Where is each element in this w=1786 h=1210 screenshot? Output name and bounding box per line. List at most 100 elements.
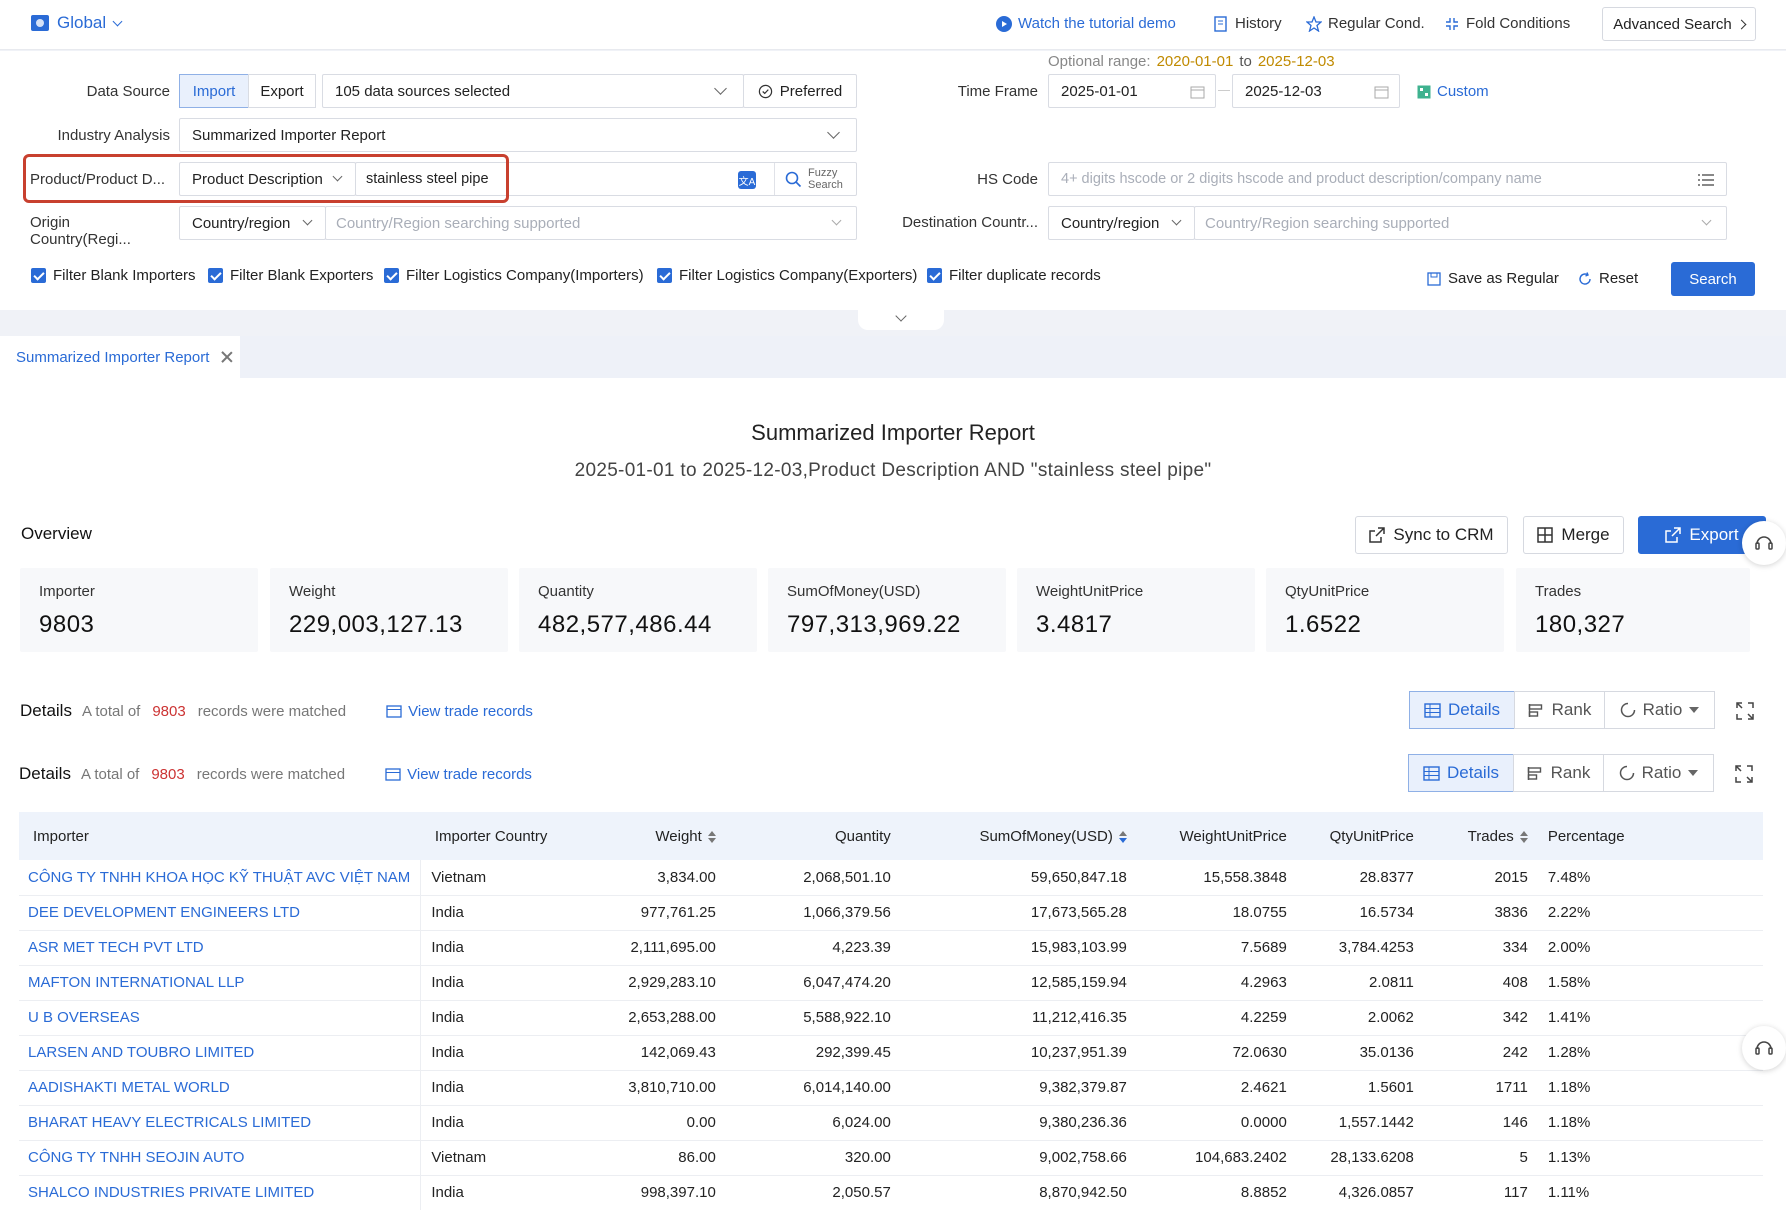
star-icon bbox=[1306, 15, 1322, 32]
translate-icon[interactable]: 文A bbox=[738, 171, 756, 189]
table-row[interactable]: ASR MET TECH PVT LTD India 2,111,695.00 4,2… bbox=[19, 930, 1763, 966]
total-suffix: records were matched bbox=[196, 765, 346, 783]
sort-icon[interactable] bbox=[1118, 830, 1127, 843]
filter-blank-exporters-checkbox[interactable]: Filter Blank Exporters bbox=[208, 267, 373, 284]
table-row[interactable]: BHARAT HEAVY ELECTRICALS LIMITED India 0.0… bbox=[19, 1105, 1763, 1141]
importer-name-link[interactable]: DEE DEVELOPMENT ENGINEERS LTD bbox=[19, 895, 422, 931]
tab-summarized-importer-report[interactable]: Summarized Importer Report bbox=[0, 336, 240, 378]
sum-of-money-cell: 9,382,379.87 bbox=[900, 1070, 1137, 1106]
data-source-select[interactable]: 105 data sources selected bbox=[322, 74, 744, 108]
card-value: 1.6522 bbox=[1285, 611, 1362, 638]
custom-range-icon bbox=[1417, 85, 1431, 98]
table-row[interactable]: DEE DEVELOPMENT ENGINEERS LTD India 977,76… bbox=[19, 895, 1763, 931]
importer-name-link[interactable]: ASR MET TECH PVT LTD bbox=[19, 930, 422, 966]
merge-button[interactable]: Merge bbox=[1523, 516, 1624, 554]
import-toggle[interactable]: Import bbox=[179, 74, 249, 108]
close-icon[interactable] bbox=[221, 351, 233, 363]
col-sum-of-money[interactable]: SumOfMoney(USD) bbox=[900, 812, 1137, 860]
importer-name-link[interactable]: BHARAT HEAVY ELECTRICALS LIMITED bbox=[19, 1105, 422, 1141]
rank-toggle[interactable]: Rank bbox=[1513, 754, 1604, 792]
origin-type-select[interactable]: Country/region bbox=[179, 206, 326, 240]
origin-country-input[interactable]: Country/Region searching supported bbox=[325, 206, 857, 240]
details-toggle[interactable]: Details bbox=[1409, 691, 1515, 729]
filter-logistics-importers-checkbox[interactable]: Filter Logistics Company(Importers) bbox=[384, 267, 644, 284]
save-regular-button[interactable]: Save as Regular bbox=[1427, 270, 1559, 287]
filter-blank-importers-checkbox[interactable]: Filter Blank Importers bbox=[31, 267, 196, 284]
support-headset-icon[interactable] bbox=[1742, 1026, 1786, 1070]
quantity-cell: 4,223.39 bbox=[735, 930, 901, 966]
col-trades[interactable]: Trades bbox=[1423, 812, 1538, 860]
importer-table: Importer Importer Country Weight Quantit… bbox=[19, 812, 1763, 1210]
scope-selector[interactable]: Global bbox=[31, 13, 123, 33]
quantity-cell: 6,024.00 bbox=[735, 1105, 901, 1141]
card-weight-unit-price: WeightUnitPrice 3.4817 bbox=[1017, 568, 1255, 652]
qty-unit-price-cell: 16.5734 bbox=[1296, 895, 1424, 931]
ratio-toggle[interactable]: Ratio bbox=[1604, 691, 1715, 729]
export-toggle[interactable]: Export bbox=[248, 74, 316, 108]
destination-type-select[interactable]: Country/region bbox=[1048, 206, 1195, 240]
fold-icon bbox=[1446, 17, 1458, 30]
qty-unit-price-cell: 35.0136 bbox=[1296, 1035, 1424, 1071]
industry-select[interactable]: Summarized Importer Report bbox=[179, 118, 857, 152]
importer-name-link[interactable]: AADISHAKTI METAL WORLD bbox=[19, 1070, 422, 1106]
percentage-cell: 1.13% bbox=[1537, 1140, 1763, 1176]
date-start-input[interactable]: 2025-01-01 bbox=[1048, 74, 1216, 108]
table-row[interactable]: LARSEN AND TOUBRO LIMITED India 142,069.43… bbox=[19, 1035, 1763, 1071]
filter-logistics-exporters-checkbox[interactable]: Filter Logistics Company(Exporters) bbox=[657, 267, 917, 284]
date-end-input[interactable]: 2025-12-03 bbox=[1232, 74, 1400, 108]
ratio-toggle[interactable]: Ratio bbox=[1603, 754, 1714, 792]
reset-button[interactable]: Reset bbox=[1578, 270, 1638, 287]
chevron-down-icon bbox=[1701, 215, 1712, 226]
hs-code-input[interactable]: 4+ digits hscode or 2 digits hscode and … bbox=[1048, 162, 1727, 196]
watch-demo-link[interactable]: Watch the tutorial demo bbox=[996, 15, 1176, 32]
fuzzy-search-button[interactable]: Fuzzy Search bbox=[774, 163, 856, 195]
table-row[interactable]: U B OVERSEAS India 2,653,288.00 5,588,922.1… bbox=[19, 1000, 1763, 1036]
check-circle-icon bbox=[758, 84, 772, 98]
regular-cond-link[interactable]: Regular Cond. bbox=[1306, 15, 1425, 32]
quantity-cell: 320.00 bbox=[735, 1140, 901, 1176]
collapse-handle[interactable] bbox=[858, 310, 944, 330]
importer-name-link[interactable]: CÔNG TY TNHH KHOA HỌC KỸ THUẬT AVC VIỆT … bbox=[19, 860, 422, 896]
table-row[interactable]: CÔNG TY TNHH KHOA HỌC KỸ THUẬT AVC VIỆT … bbox=[19, 860, 1763, 896]
sync-crm-button[interactable]: Sync to CRM bbox=[1355, 516, 1508, 554]
card-value: 797,313,969.22 bbox=[787, 611, 961, 638]
rank-toggle[interactable]: Rank bbox=[1514, 691, 1605, 729]
fullscreen-icon[interactable] bbox=[1736, 702, 1754, 720]
table-row[interactable]: AADISHAKTI METAL WORLD India 3,810,710.00 6… bbox=[19, 1070, 1763, 1106]
weight-cell: 3,810,710.00 bbox=[570, 1070, 736, 1106]
col-weight[interactable]: Weight bbox=[570, 812, 736, 860]
preferred-button[interactable]: Preferred bbox=[743, 74, 857, 108]
destination-country-input[interactable]: Country/Region searching supported bbox=[1194, 206, 1727, 240]
qty-unit-price-cell: 3,784.4253 bbox=[1296, 930, 1424, 966]
table-row[interactable]: MAFTON INTERNATIONAL LLP India 2,929,283.1… bbox=[19, 965, 1763, 1001]
table-row[interactable]: SHALCO INDUSTRIES PRIVATE LIMITED India 99… bbox=[19, 1175, 1763, 1210]
importer-name-link[interactable]: CÔNG TY TNHH SEOJIN AUTO bbox=[19, 1140, 422, 1176]
destination-placeholder: Country/Region searching supported bbox=[1205, 214, 1450, 232]
list-icon[interactable] bbox=[1698, 173, 1714, 187]
sort-icon[interactable] bbox=[707, 830, 716, 843]
fold-conditions-link[interactable]: Fold Conditions bbox=[1444, 15, 1570, 32]
history-link[interactable]: History bbox=[1213, 15, 1282, 32]
support-headset-icon[interactable] bbox=[1742, 521, 1786, 565]
sort-icon[interactable] bbox=[1519, 830, 1528, 843]
table-icon bbox=[1424, 702, 1441, 718]
custom-link[interactable]: Custom bbox=[1417, 83, 1489, 100]
tab-strip: Summarized Importer Report bbox=[0, 336, 1786, 378]
col-percentage: Percentage bbox=[1537, 812, 1763, 860]
date-end-value: 2025-12-03 bbox=[1245, 82, 1322, 100]
filter-duplicate-checkbox[interactable]: Filter duplicate records bbox=[927, 267, 1101, 284]
importer-name-link[interactable]: U B OVERSEAS bbox=[19, 1000, 422, 1036]
view-trade-records-link[interactable]: View trade records bbox=[386, 703, 533, 720]
check-label: Filter Logistics Company(Exporters) bbox=[679, 267, 918, 284]
table-row[interactable]: CÔNG TY TNHH SEOJIN AUTO Vietnam 86.00 320.… bbox=[19, 1140, 1763, 1176]
view-trade-records-link[interactable]: View trade records bbox=[385, 766, 532, 783]
importer-name-link[interactable]: SHALCO INDUSTRIES PRIVATE LIMITED bbox=[19, 1175, 422, 1210]
importer-name-link[interactable]: LARSEN AND TOUBRO LIMITED bbox=[19, 1035, 422, 1071]
origin-type-value: Country/region bbox=[192, 214, 291, 232]
search-button[interactable]: Search bbox=[1671, 262, 1755, 296]
advanced-search-button[interactable]: Advanced Search bbox=[1602, 7, 1756, 41]
details-toggle[interactable]: Details bbox=[1408, 754, 1514, 792]
ratio-toggle-label: Ratio bbox=[1641, 763, 1682, 782]
importer-name-link[interactable]: MAFTON INTERNATIONAL LLP bbox=[19, 965, 422, 1001]
fullscreen-icon[interactable] bbox=[1735, 765, 1753, 783]
